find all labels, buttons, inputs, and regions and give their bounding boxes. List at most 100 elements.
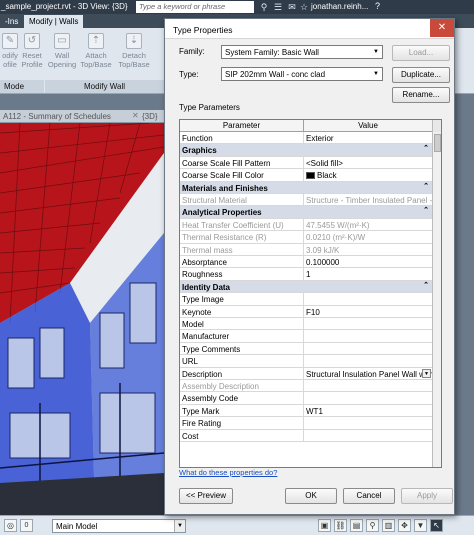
- parameter-group-header[interactable]: Identity Data ⌃: [180, 280, 432, 294]
- parameter-value[interactable]: [303, 293, 432, 306]
- detach-top-base-button[interactable]: ⇣ Detach Top/Base: [116, 33, 152, 69]
- favorites-icon[interactable]: ☆: [298, 1, 310, 13]
- type-select[interactable]: SIP 202mm Wall - conc clad ▼: [221, 67, 383, 81]
- parameter-row[interactable]: Keynote F10: [180, 305, 432, 318]
- parameter-group-header[interactable]: Analytical Properties ⌃: [180, 206, 432, 219]
- select-underlay-icon[interactable]: ▤: [350, 519, 363, 532]
- parameter-value[interactable]: F10: [303, 305, 432, 318]
- group-label: Graphics: [182, 146, 217, 156]
- parameter-name: Coarse Scale Fill Color: [182, 171, 264, 181]
- parameter-row[interactable]: Assembly Description: [180, 380, 432, 393]
- search-input[interactable]: Type a keyword or phrase: [136, 1, 254, 13]
- select-pinned-icon[interactable]: ⚲: [366, 519, 379, 532]
- load-button[interactable]: Load...: [392, 45, 450, 61]
- parameter-row[interactable]: Coarse Scale Fill Pattern <Solid fill>: [180, 156, 432, 170]
- parameter-row[interactable]: Absorptance 0.100000: [180, 256, 432, 269]
- parameter-name: Thermal Resistance (R): [182, 233, 267, 243]
- reset-profile-label: Reset Profile: [21, 51, 43, 69]
- parameter-row[interactable]: Coarse Scale Fill Color Black: [180, 169, 432, 182]
- parameter-value[interactable]: 1: [303, 268, 432, 281]
- parameter-value[interactable]: Structural Insulation Panel Wall with: [303, 367, 432, 380]
- attach-top-base-button[interactable]: ⇡ Attach Top/Base: [78, 33, 114, 69]
- parameter-row[interactable]: Cost: [180, 429, 432, 442]
- select-by-face-icon[interactable]: ▥: [382, 519, 395, 532]
- 3d-viewport[interactable]: [0, 123, 164, 515]
- parameter-group-header[interactable]: Materials and Finishes ⌃: [180, 181, 432, 194]
- parameter-value[interactable]: [303, 392, 432, 405]
- parameter-row[interactable]: Fire Rating: [180, 417, 432, 430]
- cancel-button[interactable]: Cancel: [343, 488, 395, 504]
- parameter-value[interactable]: [303, 342, 432, 355]
- parameter-value[interactable]: WT1: [303, 404, 432, 417]
- parameter-row[interactable]: Thermal Resistance (R) 0.0210 (m²·K)/W: [180, 231, 432, 244]
- family-select[interactable]: System Family: Basic Wall ▼: [221, 45, 383, 59]
- select-links-icon[interactable]: ⛓: [334, 519, 347, 532]
- view-tab-schedules[interactable]: A112 - Summary of Schedules: [3, 112, 111, 121]
- parameter-value[interactable]: [303, 417, 432, 430]
- parameter-value[interactable]: [303, 429, 432, 442]
- parameter-row[interactable]: Type Mark WT1: [180, 404, 432, 418]
- parameter-row[interactable]: Function Exterior: [180, 132, 432, 145]
- parameter-value[interactable]: [303, 355, 432, 368]
- parameter-row[interactable]: Type Comments: [180, 342, 432, 356]
- parameter-row[interactable]: Structural Material Structure - Timber In…: [180, 194, 432, 207]
- column-header-parameter[interactable]: Parameter: [180, 121, 303, 130]
- collapse-icon[interactable]: ⌃: [423, 281, 429, 289]
- parameter-group-header[interactable]: Graphics ⌃: [180, 144, 432, 157]
- type-parameters-label: Type Parameters: [179, 103, 240, 112]
- collapse-icon[interactable]: ⌃: [423, 182, 429, 190]
- scrollbar-thumb[interactable]: [434, 134, 441, 152]
- parameter-row[interactable]: Model: [180, 318, 432, 331]
- parameter-row[interactable]: Assembly Code: [180, 392, 432, 405]
- design-options-combo[interactable]: Main Model ▼: [52, 519, 186, 533]
- type-value: SIP 202mm Wall - conc clad: [225, 70, 326, 79]
- parameter-row[interactable]: Heat Transfer Coefficient (U) 47.5455 W/(…: [180, 218, 432, 232]
- parameter-name: Model: [182, 320, 204, 329]
- communication-icon[interactable]: ✉: [286, 1, 298, 13]
- parameter-row[interactable]: Manufacturer: [180, 330, 432, 343]
- view-tab-3d[interactable]: {3D}: [142, 112, 158, 121]
- filter-icon[interactable]: ▼: [414, 519, 427, 532]
- grid-header: Parameter Value: [180, 120, 432, 132]
- parameter-row[interactable]: Roughness 1: [180, 268, 432, 281]
- parameter-value[interactable]: [303, 318, 432, 330]
- parameter-row[interactable]: URL: [180, 355, 432, 368]
- tab-insert[interactable]: -Ins: [0, 15, 23, 28]
- parameter-value[interactable]: Exterior: [303, 132, 432, 144]
- tab-modify-walls[interactable]: Modify | Walls: [24, 15, 84, 28]
- vertical-scrollbar[interactable]: [432, 132, 441, 467]
- drag-elements-icon[interactable]: ✥: [398, 519, 411, 532]
- user-name[interactable]: jonathan.reinh...: [311, 2, 368, 11]
- parameter-row[interactable]: Description Structural Insulation Panel W…: [180, 367, 432, 380]
- dialog-close-button[interactable]: ✕: [430, 19, 454, 37]
- collapse-icon[interactable]: ⌃: [423, 144, 429, 152]
- wall-opening-button[interactable]: ▭ Wall Opening: [44, 33, 80, 69]
- parameter-value[interactable]: <Solid fill>: [303, 156, 432, 169]
- close-icon[interactable]: ✕: [132, 112, 140, 120]
- parameter-name: Coarse Scale Fill Pattern: [182, 158, 271, 168]
- collapse-icon[interactable]: ⌃: [423, 206, 429, 214]
- parameter-value[interactable]: 0.100000: [303, 256, 432, 268]
- preview-button[interactable]: << Preview: [179, 488, 233, 504]
- chevron-down-icon[interactable]: ▼: [422, 368, 431, 378]
- help-icon[interactable]: ?: [375, 1, 387, 13]
- parameter-row[interactable]: Type Image: [180, 293, 432, 306]
- scrollbar-up-button[interactable]: [432, 120, 441, 132]
- editable-only-icon[interactable]: ▣: [318, 519, 331, 532]
- worksets-icon[interactable]: ◎: [4, 519, 17, 532]
- parameter-row[interactable]: Thermal mass 3.09 kJ/K: [180, 243, 432, 256]
- parameter-value[interactable]: [303, 330, 432, 343]
- column-header-value[interactable]: Value: [303, 120, 432, 131]
- binoculars-icon[interactable]: ⚲: [258, 1, 270, 13]
- ok-button[interactable]: OK: [285, 488, 337, 504]
- type-parameters-grid[interactable]: Parameter Value Function Exterior Graphics…: [179, 119, 442, 468]
- press-drag-icon[interactable]: ↖: [430, 519, 443, 532]
- duplicate-button[interactable]: Duplicate...: [392, 67, 450, 83]
- parameter-value[interactable]: Black: [303, 169, 432, 182]
- apply-button[interactable]: Apply: [401, 488, 453, 504]
- rename-button[interactable]: Rename...: [392, 87, 450, 103]
- attach-icon: ⇡: [88, 33, 104, 49]
- parameter-value: 3.09 kJ/K: [303, 243, 432, 256]
- subscription-icon[interactable]: ☰: [272, 1, 284, 13]
- help-link[interactable]: What do these properties do?: [179, 468, 277, 477]
